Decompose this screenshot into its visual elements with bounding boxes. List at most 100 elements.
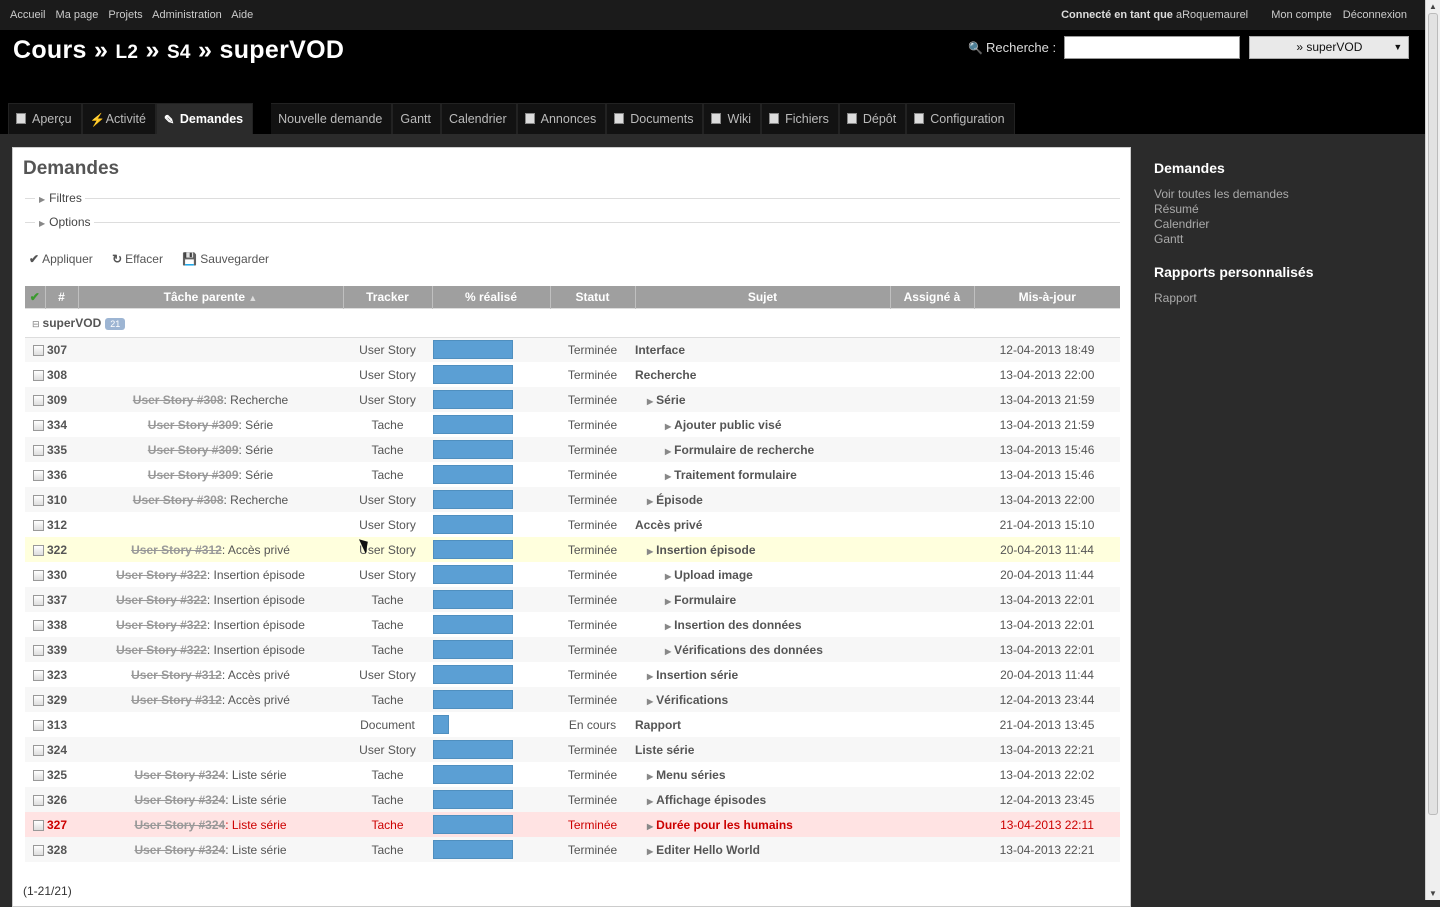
- parent-task-link[interactable]: User Story #308: [133, 393, 224, 407]
- table-row[interactable]: 334 User Story #309: Série Tache Terminée ▶ A…: [25, 412, 1120, 437]
- tab-calendar[interactable]: Calendrier: [440, 103, 517, 134]
- table-row[interactable]: 312 User Story Terminée Accès privé 21-04-20…: [25, 512, 1120, 537]
- row-checkbox[interactable]: [32, 594, 44, 606]
- row-checkbox[interactable]: [32, 694, 44, 706]
- clear-button[interactable]: ↻ Effacer: [112, 252, 171, 266]
- search-input[interactable]: [1063, 36, 1240, 59]
- table-row[interactable]: 326 User Story #324: Liste série Tache Term…: [25, 787, 1120, 812]
- subject-link[interactable]: Interface: [635, 343, 685, 357]
- row-checkbox[interactable]: [32, 394, 44, 406]
- my-account-link[interactable]: Mon compte: [1271, 9, 1332, 21]
- table-row[interactable]: 336 User Story #309: Série Tache Terminée ▶ T…: [25, 462, 1120, 487]
- issue-id-link[interactable]: 338: [45, 612, 78, 637]
- project-jump-select[interactable]: » superVOD ▼: [1249, 36, 1410, 59]
- row-checkbox[interactable]: [32, 744, 44, 756]
- col-done[interactable]: % réalisé: [432, 286, 551, 308]
- subject-link[interactable]: Formulaire: [674, 593, 736, 607]
- table-row[interactable]: 322 User Story #312: Accès privé User Stor…: [25, 537, 1120, 562]
- table-row[interactable]: 327 User Story #324: Liste série Tache Term…: [25, 812, 1120, 837]
- parent-task-link[interactable]: User Story #322: [116, 593, 207, 607]
- subject-link[interactable]: Liste série: [635, 743, 694, 757]
- table-row[interactable]: 324 User Story Terminée Liste série 13-04-20…: [25, 737, 1120, 762]
- parent-task-link[interactable]: User Story #322: [116, 618, 207, 632]
- top-link-admin[interactable]: Administration: [152, 9, 222, 21]
- col-subject[interactable]: Sujet: [635, 286, 891, 308]
- col-parent[interactable]: Tâche parente ▲: [78, 286, 344, 308]
- row-checkbox[interactable]: [32, 519, 44, 531]
- subject-link[interactable]: Accès privé: [635, 518, 702, 532]
- issue-id-link[interactable]: 310: [45, 487, 78, 512]
- issue-id-link[interactable]: 326: [45, 787, 78, 812]
- table-row[interactable]: 308 User Story Terminée Recherche 13-04-2013…: [25, 362, 1120, 387]
- tab-issues[interactable]: ✎ Demandes: [155, 103, 254, 134]
- parent-task-link[interactable]: User Story #322: [116, 643, 207, 657]
- top-link-help[interactable]: Aide: [231, 9, 253, 21]
- tab-overview[interactable]: Aperçu: [8, 103, 82, 134]
- breadcrumb-s4[interactable]: S4: [167, 42, 191, 63]
- subject-link[interactable]: Ajouter public visé: [674, 418, 781, 432]
- issue-id-link[interactable]: 327: [45, 812, 78, 837]
- issue-id-link[interactable]: 308: [45, 362, 78, 387]
- issue-id-link[interactable]: 325: [45, 762, 78, 787]
- subject-link[interactable]: Série: [656, 393, 685, 407]
- col-id[interactable]: #: [45, 286, 79, 308]
- table-row[interactable]: 307 User Story Terminée Interface 12-04-2013…: [25, 337, 1120, 362]
- table-row[interactable]: 338 User Story #322: Insertion épisode Tac…: [25, 612, 1120, 637]
- table-row[interactable]: 337 User Story #322: Insertion épisode Tac…: [25, 587, 1120, 612]
- col-tracker[interactable]: Tracker: [343, 286, 433, 308]
- issue-id-link[interactable]: 309: [45, 387, 78, 412]
- row-checkbox[interactable]: [32, 619, 44, 631]
- tab-repository[interactable]: Dépôt: [838, 103, 907, 134]
- parent-task-link[interactable]: User Story #312: [131, 668, 222, 682]
- subject-link[interactable]: Insertion des données: [674, 618, 801, 632]
- col-status[interactable]: Statut: [550, 286, 636, 308]
- subject-link[interactable]: Affichage épisodes: [656, 793, 766, 807]
- issue-id-link[interactable]: 334: [45, 412, 78, 437]
- row-checkbox[interactable]: [32, 769, 44, 781]
- subject-link[interactable]: Traitement formulaire: [674, 468, 797, 482]
- table-row[interactable]: 339 User Story #322: Insertion épisode Tac…: [25, 637, 1120, 662]
- options-toggle[interactable]: ▶ Options: [25, 215, 1120, 229]
- tab-gantt[interactable]: Gantt: [392, 103, 441, 134]
- parent-task-link[interactable]: User Story #312: [131, 693, 222, 707]
- row-checkbox[interactable]: [32, 719, 44, 731]
- row-checkbox[interactable]: [32, 494, 44, 506]
- issue-id-link[interactable]: 328: [45, 837, 78, 862]
- subject-link[interactable]: Épisode: [656, 493, 703, 507]
- filters-legend[interactable]: ▶ Filtres: [35, 191, 85, 205]
- scrollbar-thumb[interactable]: [1428, 13, 1438, 815]
- vertical-scrollbar[interactable]: ▲ ▼: [1425, 0, 1440, 900]
- row-checkbox[interactable]: [32, 369, 44, 381]
- table-row[interactable]: 330 User Story #322: Insertion épisode Use…: [25, 562, 1120, 587]
- collapse-icon[interactable]: ⊟: [32, 319, 40, 329]
- parent-task-link[interactable]: User Story #324: [134, 843, 225, 857]
- sidebar-link-calendar[interactable]: Calendrier: [1154, 217, 1414, 232]
- user-link[interactable]: aRoquemaurel: [1176, 9, 1248, 21]
- issue-id-link[interactable]: 313: [45, 712, 78, 737]
- save-button[interactable]: 💾 Sauvegarder: [182, 252, 277, 266]
- subject-link[interactable]: Vérifications des données: [674, 643, 823, 657]
- parent-task-link[interactable]: User Story #309: [148, 468, 239, 482]
- table-row[interactable]: 328 User Story #324: Liste série Tache Term…: [25, 837, 1120, 862]
- issue-id-link[interactable]: 337: [45, 587, 78, 612]
- row-checkbox[interactable]: [32, 844, 44, 856]
- table-row[interactable]: 335 User Story #309: Série Tache Terminée ▶ F…: [25, 437, 1120, 462]
- table-row[interactable]: 325 User Story #324: Liste série Tache Term…: [25, 762, 1120, 787]
- row-checkbox[interactable]: [32, 469, 44, 481]
- issue-id-link[interactable]: 324: [45, 737, 78, 762]
- row-checkbox[interactable]: [32, 819, 44, 831]
- table-row[interactable]: 309 User Story #308: Recherche User Story T…: [25, 387, 1120, 412]
- row-checkbox[interactable]: [32, 345, 44, 357]
- parent-task-link[interactable]: User Story #308: [133, 493, 224, 507]
- tab-documents[interactable]: Documents: [606, 103, 704, 134]
- row-checkbox[interactable]: [32, 669, 44, 681]
- issue-id-link[interactable]: 329: [45, 687, 78, 712]
- subject-link[interactable]: Vérifications: [656, 693, 728, 707]
- tab-news[interactable]: Annonces: [516, 103, 607, 134]
- tab-files[interactable]: Fichiers: [761, 103, 839, 134]
- breadcrumb-l2[interactable]: L2: [115, 42, 138, 63]
- top-link-my-page[interactable]: Ma page: [56, 9, 99, 21]
- top-link-projects[interactable]: Projets: [108, 9, 142, 21]
- subject-link[interactable]: Recherche: [635, 368, 696, 382]
- table-row[interactable]: 329 User Story #312: Accès privé Tache Term…: [25, 687, 1120, 712]
